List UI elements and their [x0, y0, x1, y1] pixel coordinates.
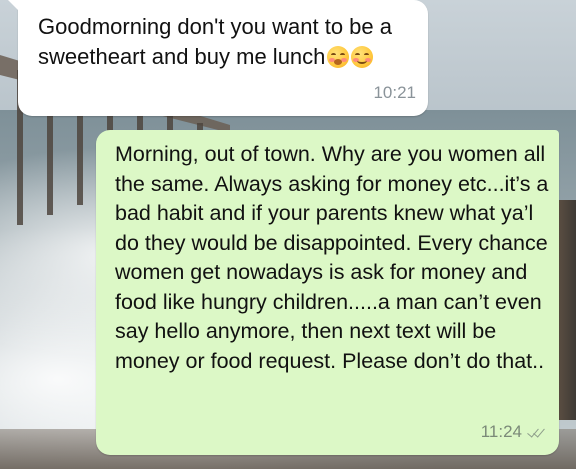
bubble-tail: [8, 0, 20, 12]
outgoing-timestamp: 11:24: [480, 422, 522, 441]
outgoing-message-bubble[interactable]: Morning, out of town. Why are you women …: [96, 130, 559, 455]
incoming-message-bubble[interactable]: Goodmorning don't you want to be a sweet…: [8, 0, 428, 116]
outgoing-message-text: Morning, out of town. Why are you women …: [115, 142, 549, 373]
outgoing-meta: 11:24: [481, 417, 545, 447]
read-ticks-icon: [527, 425, 545, 438]
blushing-smile-icon: [327, 46, 350, 68]
smiling-icon: [351, 46, 374, 68]
incoming-message-text: Goodmorning don't you want to be a sweet…: [38, 12, 423, 72]
incoming-timestamp: 10:21: [373, 83, 416, 102]
